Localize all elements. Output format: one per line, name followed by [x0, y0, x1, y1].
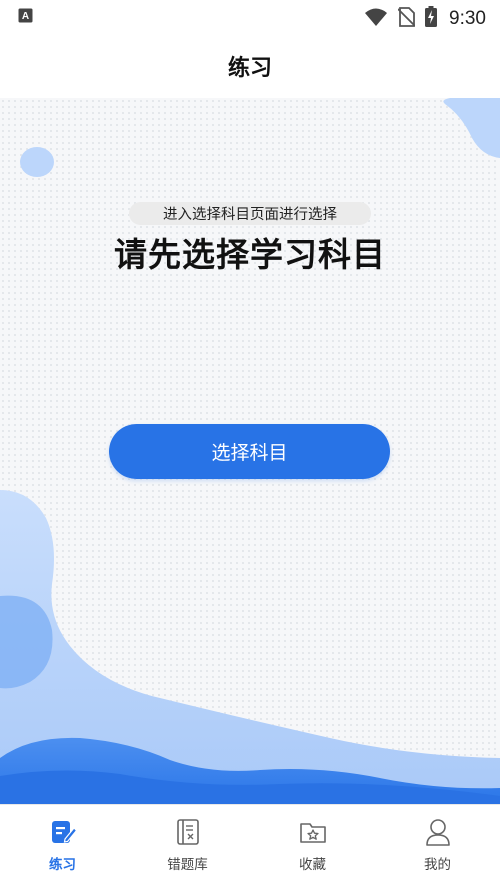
- page-title: 练习: [227, 56, 272, 81]
- select-subject-heading: 请先选择学习科目: [114, 235, 386, 274]
- folder-star-icon: [298, 817, 328, 847]
- wifi-icon: [364, 7, 388, 31]
- nav-item-practice[interactable]: 练习: [0, 805, 125, 889]
- nav-item-favorites[interactable]: 收藏: [250, 805, 375, 889]
- nav-label-favorites: 收藏: [299, 857, 326, 873]
- nav-label-practice: 练习: [49, 857, 76, 873]
- wrong-book-icon: [173, 817, 203, 847]
- edit-note-icon: [48, 817, 78, 847]
- nav-item-mine[interactable]: 我的: [375, 805, 500, 889]
- title-bar: 练习: [0, 34, 500, 98]
- select-subject-button[interactable]: 选择科目: [109, 424, 390, 479]
- nav-label-wrong-questions: 错题库: [167, 857, 208, 873]
- nav-item-wrong-questions[interactable]: 错题库: [125, 805, 250, 889]
- wave-top-right: [443, 98, 500, 158]
- select-subject-hint: 进入选择科目页面进行选择: [129, 202, 371, 225]
- decor-circle: [20, 147, 54, 177]
- app-a-icon: A: [18, 8, 33, 27]
- nav-label-mine: 我的: [424, 857, 451, 873]
- bottom-nav: 练习 错题库 收藏 我的: [0, 804, 500, 889]
- no-sim-icon: [397, 6, 416, 31]
- battery-charging-icon: [425, 6, 438, 31]
- status-bar: A 9:30: [0, 0, 500, 34]
- svg-text:A: A: [22, 11, 29, 22]
- status-time: 9:30: [449, 7, 486, 29]
- user-icon: [423, 817, 453, 847]
